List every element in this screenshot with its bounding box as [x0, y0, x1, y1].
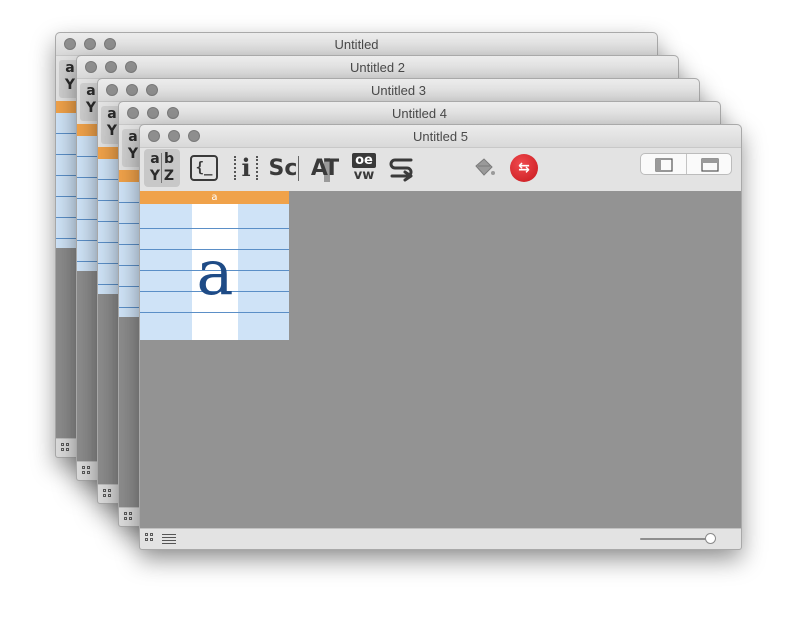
window-title: Untitled 2	[350, 60, 405, 75]
statusbar	[119, 507, 141, 526]
zoom-slider[interactable]	[640, 538, 712, 540]
glyph-preview: a	[196, 236, 234, 309]
code-icon-label: {_	[190, 155, 218, 181]
glyph-a-label: a	[150, 151, 160, 167]
abyz-icon[interactable]: a b Y Z	[144, 149, 180, 187]
glyph-cell[interactable]	[119, 182, 141, 317]
kerning-icon[interactable]: AT	[306, 149, 342, 187]
cell-header	[98, 147, 120, 159]
flow-icon-svg	[389, 158, 413, 182]
flow-icon[interactable]	[384, 149, 420, 187]
sidebar-left-icon[interactable]	[641, 157, 687, 173]
titlebar[interactable]: Untitled 2	[77, 56, 678, 79]
paint-bucket-svg	[475, 158, 495, 176]
ligature-top-label: oe	[352, 153, 376, 168]
ligature-icon[interactable]: oe vw	[346, 149, 382, 187]
glyph-cell[interactable]: a	[140, 204, 289, 340]
glyph-cell[interactable]	[77, 136, 99, 271]
cell-header	[56, 101, 78, 113]
titlebar[interactable]: Untitled	[56, 33, 657, 56]
glyph-cell[interactable]	[56, 113, 78, 248]
grid-view-icon[interactable]	[145, 533, 155, 543]
statusbar	[140, 528, 741, 549]
cell-header[interactable]: a	[140, 191, 289, 204]
code-icon[interactable]: {_	[186, 149, 222, 187]
cell-header	[119, 170, 141, 182]
titlebar[interactable]: Untitled 5	[140, 125, 741, 148]
grid-view-icon[interactable]	[82, 466, 92, 476]
smallcaps-icon-label: Sc	[268, 155, 300, 181]
glyph-grid: a a	[140, 191, 741, 529]
glyph-z-label: Z	[163, 168, 175, 184]
grid-view-icon[interactable]	[61, 443, 71, 453]
list-view-icon[interactable]	[162, 534, 176, 545]
statusbar	[77, 461, 99, 480]
glyph-b-label: b	[163, 151, 175, 167]
compare-arrows-icon[interactable]: ⇆	[506, 149, 542, 187]
statusbar	[98, 484, 120, 503]
cell-header	[77, 124, 99, 136]
window-untitled-5: Untitled 5 a b Y Z {_ i Sc AT oe vw ⇆ a …	[139, 124, 742, 550]
paint-bucket-icon[interactable]	[466, 149, 502, 187]
ligature-bottom-label: vw	[353, 168, 375, 183]
glyph-cell[interactable]	[98, 159, 120, 294]
smallcaps-icon[interactable]: Sc	[266, 149, 302, 187]
grid-view-icon[interactable]	[124, 512, 134, 522]
window-title: Untitled	[334, 37, 379, 52]
grid-view-icon[interactable]	[103, 489, 113, 499]
sidebar-right-icon[interactable]	[687, 157, 733, 173]
window-title: Untitled 3	[371, 83, 426, 98]
statusbar	[56, 438, 78, 457]
titlebar[interactable]: Untitled 4	[119, 102, 720, 125]
window-title: Untitled 5	[413, 129, 468, 144]
glyph-y-label: Y	[149, 168, 161, 184]
window-title: Untitled 4	[392, 106, 447, 121]
info-icon[interactable]: i	[228, 149, 264, 187]
titlebar[interactable]: Untitled 3	[98, 79, 699, 102]
kerning-icon-label: AT	[310, 155, 339, 181]
zoom-slider-knob[interactable]	[705, 533, 717, 544]
view-toggle	[640, 153, 732, 175]
